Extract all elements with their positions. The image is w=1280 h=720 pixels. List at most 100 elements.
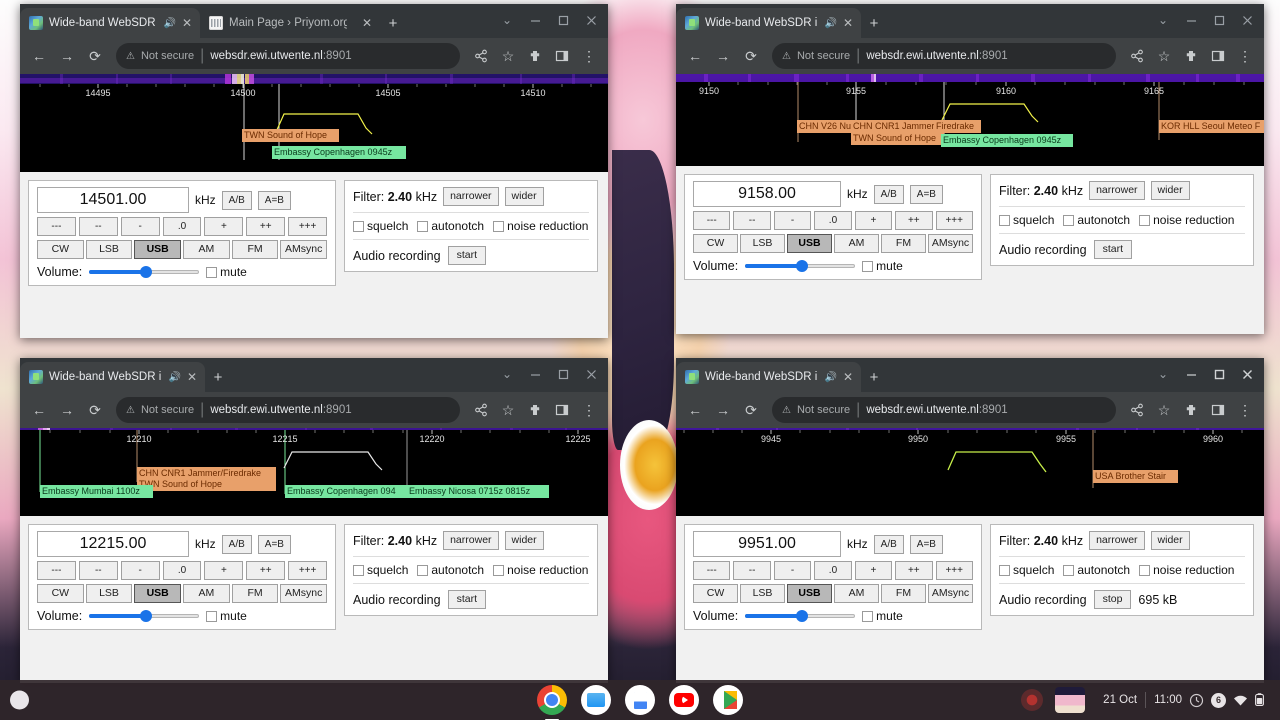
frequency-input[interactable]: 9158.00 [693, 181, 841, 207]
mode-usb[interactable]: USB [134, 240, 182, 259]
band-label[interactable]: Embassy Copenhagen 094 [285, 485, 407, 498]
noise-reduction-checkbox[interactable]: noise reduction [493, 219, 588, 233]
reload-button[interactable]: ⟳ [82, 397, 108, 423]
extensions-icon[interactable] [522, 43, 548, 69]
step-plus-3[interactable]: +++ [935, 561, 973, 580]
docs-icon[interactable] [625, 685, 655, 715]
reload-button[interactable]: ⟳ [738, 43, 764, 69]
tab-close-icon[interactable]: ✕ [182, 17, 192, 29]
recording-toggle-button[interactable]: start [447, 590, 486, 609]
step-plus-1[interactable]: + [204, 561, 244, 580]
mode-fm[interactable]: FM [881, 584, 926, 603]
mode-lsb[interactable]: LSB [85, 240, 133, 259]
frequency-input[interactable]: 14501.00 [37, 187, 189, 213]
mode-fm[interactable]: FM [231, 240, 279, 259]
browser-window-top-right[interactable]: Wide-band WebSDR in Ensc 🔊 ✕ + ⌄ ← → ⟳ ⚠… [676, 4, 1264, 334]
volume-slider[interactable] [89, 610, 200, 622]
tab-close-icon[interactable]: ✕ [843, 371, 853, 383]
back-button[interactable]: ← [682, 43, 708, 69]
bookmark-star-icon[interactable]: ☆ [1151, 397, 1177, 423]
band-label[interactable]: Embassy Mumbai 1100z [40, 485, 153, 498]
band-label[interactable]: TWN Sound of Hope [242, 129, 339, 142]
tab-close-icon[interactable]: ✕ [843, 17, 853, 29]
a-equals-b-button[interactable]: A=B [257, 534, 291, 554]
step-zero[interactable]: .0 [162, 561, 202, 580]
narrower-button[interactable]: narrower [1089, 181, 1145, 200]
side-panel-icon[interactable] [1205, 43, 1231, 69]
step-plus-2[interactable]: ++ [246, 561, 286, 580]
screen-record-icon[interactable] [1021, 689, 1044, 711]
recording-toggle-button[interactable]: stop [1093, 590, 1132, 609]
tab-audio-icon[interactable]: 🔊 [824, 372, 836, 383]
narrower-button[interactable]: narrower [443, 187, 499, 206]
tab-audio-icon[interactable]: 🔊 [824, 18, 836, 29]
address-bar[interactable]: ⚠ Not secure | websdr.ewi.utwente.nl:890… [116, 397, 460, 423]
ab-button[interactable]: A/B [221, 534, 252, 554]
step-minus-2[interactable]: -- [733, 211, 771, 230]
mode-lsb[interactable]: LSB [85, 584, 133, 603]
new-tab-button[interactable]: + [861, 8, 887, 38]
step-plus-3[interactable]: +++ [935, 211, 973, 230]
noise-reduction-checkbox[interactable]: noise reduction [1139, 563, 1234, 577]
step-plus-2[interactable]: ++ [895, 561, 933, 580]
squelch-checkbox[interactable]: squelch [999, 563, 1054, 577]
step-plus-1[interactable]: + [854, 211, 893, 230]
wider-button[interactable]: wider [504, 187, 544, 206]
mute-checkbox[interactable]: mute [206, 609, 247, 623]
a-equals-b-button[interactable]: A=B [909, 184, 943, 204]
squelch-checkbox[interactable]: squelch [353, 219, 408, 233]
mode-usb[interactable]: USB [787, 234, 832, 253]
step-zero[interactable]: .0 [814, 561, 852, 580]
mode-usb[interactable]: USB [134, 584, 182, 603]
step-minus-1[interactable]: - [773, 561, 812, 580]
mode-cw[interactable]: CW [693, 234, 738, 253]
back-button[interactable]: ← [26, 397, 52, 423]
a-equals-b-button[interactable]: A=B [909, 534, 943, 554]
step-minus-3[interactable]: --- [37, 217, 76, 236]
mode-cw[interactable]: CW [693, 584, 738, 603]
minimize-icon[interactable] [1178, 362, 1204, 386]
close-icon[interactable] [1234, 8, 1260, 32]
step-minus-2[interactable]: -- [78, 217, 118, 236]
mode-amsync[interactable]: AMsync [928, 584, 973, 603]
ab-button[interactable]: A/B [873, 184, 904, 204]
back-button[interactable]: ← [26, 43, 52, 69]
tab-audio-icon[interactable]: 🔊 [168, 372, 180, 383]
chevron-down-icon[interactable]: ⌄ [494, 362, 520, 386]
band-label[interactable]: USA Brother Stair [1093, 470, 1178, 483]
band-label[interactable]: CHN V26 Nu [797, 120, 851, 133]
share-icon[interactable] [1124, 43, 1150, 69]
frequency-scale[interactable]: 12210 12215 12220 12225 CHN CNR1 Jammer/… [20, 430, 608, 516]
bookmark-star-icon[interactable]: ☆ [495, 43, 521, 69]
side-panel-icon[interactable] [549, 43, 575, 69]
mode-fm[interactable]: FM [231, 584, 279, 603]
frequency-scale[interactable]: 9150 9155 9160 9165 CHN V26 Nu CHN CNR1 … [676, 82, 1264, 166]
play-store-icon[interactable] [713, 685, 743, 715]
minimize-icon[interactable] [1178, 8, 1204, 32]
step-plus-3[interactable]: +++ [288, 561, 328, 580]
browser-tab[interactable]: Wide-band WebSDR in Ensc 🔊 ✕ [20, 8, 200, 38]
youtube-icon[interactable] [669, 685, 699, 715]
band-label[interactable]: KOR HLL Seoul Meteo F [1159, 120, 1264, 133]
tab-audio-icon[interactable]: 🔊 [163, 18, 175, 29]
extensions-icon[interactable] [522, 397, 548, 423]
band-label[interactable]: TWN Sound of Hope [851, 132, 944, 145]
volume-slider[interactable] [745, 610, 856, 622]
launcher-button[interactable] [10, 690, 29, 710]
slider-knob[interactable] [140, 610, 153, 622]
step-minus-1[interactable]: - [120, 561, 160, 580]
browser-tab[interactable]: Main Page › Priyom.org ✕ [200, 8, 380, 38]
step-plus-2[interactable]: ++ [895, 211, 933, 230]
chrome-menu-icon[interactable]: ⋮ [576, 397, 602, 423]
a-equals-b-button[interactable]: A=B [257, 190, 291, 210]
chrome-icon[interactable] [537, 685, 567, 720]
band-label[interactable]: TWN Sound of Hope [137, 478, 276, 491]
browser-window-bottom-left[interactable]: Wide-band WebSDR in Ens 🔊 ✕ + ⌄ ← → ⟳ ⚠ … [20, 358, 608, 683]
ab-button[interactable]: A/B [873, 534, 904, 554]
frequency-scale[interactable]: 9945 9950 9955 9960 USA Brother Stair [676, 430, 1264, 516]
mode-am[interactable]: AM [183, 240, 230, 259]
autonotch-checkbox[interactable]: autonotch [1063, 563, 1130, 577]
frequency-input[interactable]: 9951.00 [693, 531, 841, 557]
slider-knob[interactable] [140, 266, 153, 278]
step-minus-3[interactable]: --- [37, 561, 76, 580]
